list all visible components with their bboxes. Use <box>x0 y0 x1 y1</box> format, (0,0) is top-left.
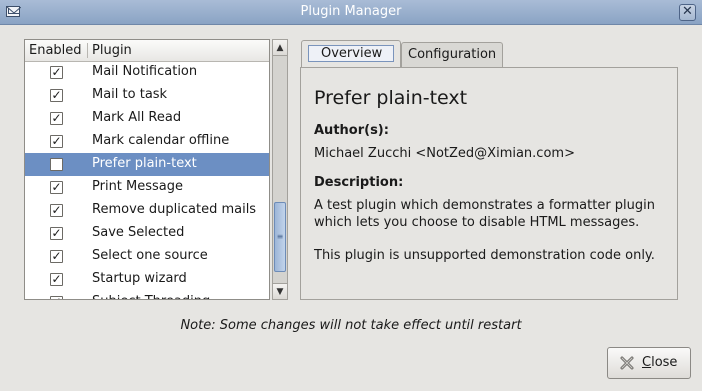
scroll-up-arrow-icon[interactable]: ▲ <box>273 40 287 56</box>
unsupported-note: This plugin is unsupported demonstration… <box>314 248 655 263</box>
checkmark-icon: ✓ <box>51 249 62 263</box>
plugin-manager-window: Plugin Manager ✕ Enabled Plugin ✓ Mail No… <box>0 0 702 391</box>
plugin-row[interactable]: ✓ Save Selected <box>25 222 269 245</box>
checkmark-icon: ✓ <box>51 111 62 125</box>
plugin-row[interactable]: Prefer plain-text <box>25 153 269 176</box>
plugin-row[interactable]: ✓ Remove duplicated mails <box>25 199 269 222</box>
checkmark-icon: ✓ <box>51 65 62 79</box>
plugin-name: Mark calendar offline <box>92 133 230 148</box>
overview-panel: Prefer plain-text Author(s): Michael Zuc… <box>300 67 678 300</box>
list-scrollbar[interactable]: ▲ ≡ ▼ <box>272 39 288 300</box>
plugin-name: Subject Threading <box>92 294 210 299</box>
plugin-row[interactable]: ✓ Select one source <box>25 245 269 268</box>
checkmark-icon: ✓ <box>51 134 62 148</box>
plugin-row[interactable]: ✓ Subject Threading <box>25 291 269 299</box>
plugin-row[interactable]: ✓ Mark calendar offline <box>25 130 269 153</box>
plugin-row[interactable]: ✓ Print Message <box>25 176 269 199</box>
close-icon <box>619 355 635 371</box>
checkmark-icon: ✓ <box>51 272 62 286</box>
plugin-row[interactable]: ✓ Mark All Read <box>25 107 269 130</box>
plugin-row[interactable]: ✓ Mail Notification <box>25 61 269 84</box>
plugin-name: Prefer plain-text <box>92 156 197 171</box>
description-label: Description: <box>314 175 404 190</box>
enabled-checkbox[interactable]: ✓ <box>50 272 63 286</box>
plugin-name: Select one source <box>92 248 208 263</box>
scroll-down-arrow-icon[interactable]: ▼ <box>273 283 287 299</box>
plugin-title: Prefer plain-text <box>314 87 468 109</box>
column-separator <box>87 43 88 58</box>
enabled-checkbox[interactable]: ✓ <box>50 88 63 102</box>
plugin-row[interactable]: ✓ Mail to task <box>25 84 269 107</box>
title-bar: Plugin Manager ✕ <box>0 0 702 25</box>
window-title: Plugin Manager <box>300 4 402 19</box>
checkmark-icon: ✓ <box>51 88 62 102</box>
enabled-checkbox[interactable]: ✓ <box>50 294 63 299</box>
close-button[interactable]: Close <box>607 347 691 379</box>
enabled-checkbox[interactable]: ✓ <box>50 111 63 125</box>
enabled-checkbox[interactable] <box>50 158 63 171</box>
enabled-checkbox[interactable]: ✓ <box>50 65 63 79</box>
list-header: Enabled Plugin <box>25 40 269 62</box>
window-close-button[interactable]: ✕ <box>679 4 696 21</box>
plugin-row[interactable]: ✓ Startup wizard <box>25 268 269 291</box>
plugin-rows: ✓ Mail Notification ✓ Mail to task ✓ Mark All… <box>25 61 269 299</box>
column-header-enabled[interactable]: Enabled <box>29 43 82 58</box>
checkmark-icon: ✓ <box>51 226 62 240</box>
enabled-checkbox[interactable]: ✓ <box>50 134 63 148</box>
restart-note: Note: Some changes will not take effect … <box>180 318 522 333</box>
plugin-name: Mark All Read <box>92 110 182 125</box>
checkmark-icon: ✓ <box>51 180 62 194</box>
tab-overview[interactable]: Overview <box>301 40 401 68</box>
checkmark-icon: ✓ <box>51 203 62 217</box>
authors-label: Author(s): <box>314 123 389 138</box>
enabled-checkbox[interactable]: ✓ <box>50 203 63 217</box>
tab-overview-label: Overview <box>308 45 394 62</box>
plugin-name: Mail Notification <box>92 64 198 79</box>
authors-value: Michael Zucchi <NotZed@Ximian.com> <box>314 146 575 161</box>
enabled-checkbox[interactable]: ✓ <box>50 180 63 194</box>
scroll-thumb[interactable]: ≡ <box>274 202 286 272</box>
description-text: A test plugin which demonstrates a forma… <box>314 198 656 230</box>
plugin-name: Mail to task <box>92 87 168 102</box>
close-button-label: Close <box>642 355 678 370</box>
checkmark-icon: ✓ <box>51 294 62 299</box>
plugin-name: Remove duplicated mails <box>92 202 257 217</box>
tab-configuration[interactable]: Configuration <box>401 42 503 68</box>
plugin-name: Save Selected <box>92 225 185 240</box>
enabled-checkbox[interactable]: ✓ <box>50 226 63 240</box>
tab-configuration-label: Configuration <box>408 47 497 62</box>
plugin-name: Startup wizard <box>92 271 187 286</box>
column-header-plugin[interactable]: Plugin <box>92 43 132 58</box>
enabled-checkbox[interactable]: ✓ <box>50 249 63 263</box>
plugin-list[interactable]: Enabled Plugin ✓ Mail Notification ✓ Mail t… <box>24 39 270 300</box>
plugin-name: Print Message <box>92 179 184 194</box>
